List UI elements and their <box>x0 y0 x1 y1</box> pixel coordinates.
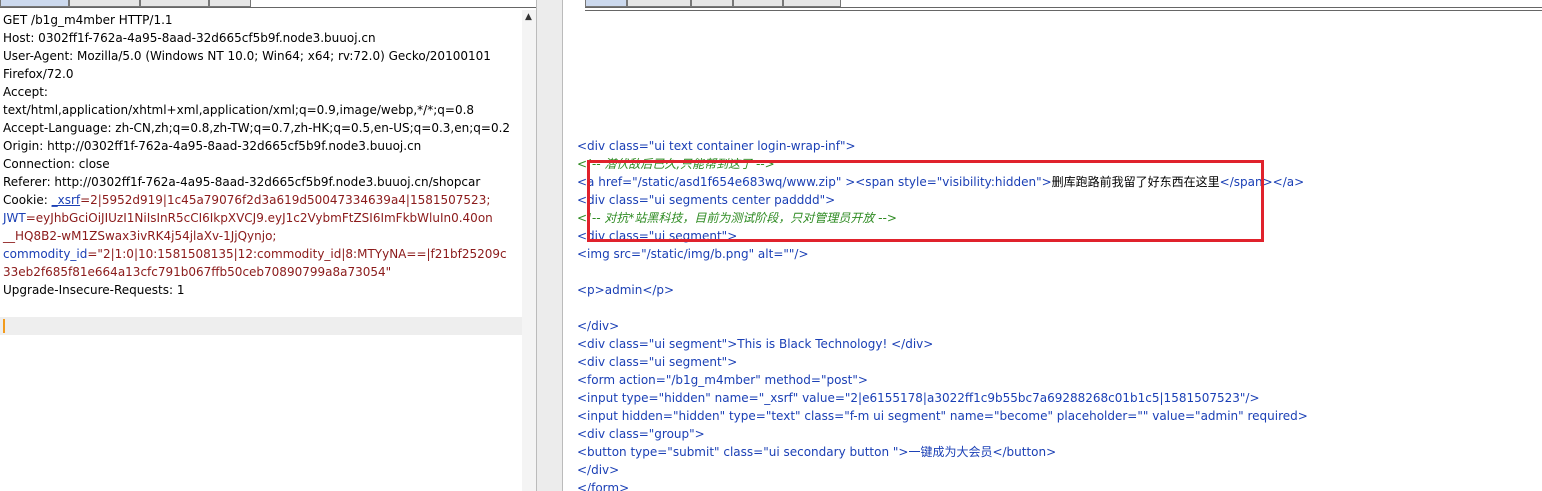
request-pane[interactable]: GET /b1g_m4mber HTTP/1.1 Host: 0302ff1f-… <box>0 0 537 491</box>
cookie-jwt: JWT=eyJhbGciOiJIUzI1NiIsInR5cCI6IkpXVCJ9… <box>3 209 520 227</box>
cookie-commodity: commodity_id="2|1:0|10:1581508135|12:com… <box>3 245 520 263</box>
tab-params[interactable] <box>69 0 140 7</box>
resp-line-14: <form action="/b1g_m4mber" method="post"… <box>577 373 868 387</box>
accept-value: text/html,application/xhtml+xml,applicat… <box>3 103 475 117</box>
resp-line-17: <div class="group"> <box>577 427 705 441</box>
cookie-commodity-value: ="2|1:0|10:1581508135|12:commodity_id|8:… <box>87 247 507 261</box>
user-agent-header: User-Agent: Mozilla/5.0 (Windows NT 10.0… <box>3 49 491 63</box>
tab-resp-html[interactable] <box>733 0 783 7</box>
resp-line-15: <input type="hidden" name="_xsrf" value=… <box>577 391 1260 405</box>
host-header: Host: 0302ff1f-762a-4a95-8aad-32d665cf5b… <box>3 31 376 45</box>
pane-splitter[interactable] <box>536 0 563 491</box>
tab-resp-hex[interactable] <box>691 0 733 7</box>
request-line: GET /b1g_m4mber HTTP/1.1 <box>3 13 173 27</box>
cookie-xsrf-value: =2|5952d919|1c45a79076f2d3a619d500473346… <box>80 193 491 207</box>
tab-resp-render[interactable] <box>783 0 841 7</box>
cookie-jwt-key: JWT <box>3 211 26 225</box>
resp-line-10 <box>577 299 1542 317</box>
resp-line-20: </form> <box>577 481 630 491</box>
resp-line-18: <button type="submit" class="ui secondar… <box>577 445 1057 459</box>
tab-divider <box>0 7 536 8</box>
tab-raw[interactable] <box>0 0 69 7</box>
cookie-jwt-cont: __HQ8B2-wM1ZSwax3ivRK4j54jlaXv-1JjQynjo; <box>3 229 277 243</box>
origin-header: Origin: http://0302ff1f-762a-4a95-8aad-3… <box>3 139 422 153</box>
resp-tab-divider <box>585 7 1542 8</box>
tab-headers[interactable] <box>140 0 209 7</box>
user-agent-cont: Firefox/72.0 <box>3 67 74 81</box>
resp-line-16: <input hidden="hidden" type="text" class… <box>577 409 1308 423</box>
request-text[interactable]: GET /b1g_m4mber HTTP/1.1 Host: 0302ff1f-… <box>3 11 520 299</box>
resp-line-12: <div class="ui segment">This is Black Te… <box>577 337 934 351</box>
request-scrollbar[interactable]: ▲ <box>522 10 536 491</box>
resp-line-7: <img src="/static/img/b.png" alt=""/> <box>577 247 809 261</box>
cookie-header: Cookie: _xsrf=2|5952d919|1c45a79076f2d3a… <box>3 191 520 209</box>
upgrade-header: Upgrade-Insecure-Requests: 1 <box>3 283 185 297</box>
cookie-label: Cookie: <box>3 193 52 207</box>
response-pane[interactable]: <div class="ui text container login-wrap… <box>563 0 1542 491</box>
tab-hex[interactable] <box>209 0 251 7</box>
cookie-jwt-value: =eyJhbGciOiJIUzI1NiIsInR5cCI6IkpXVCJ9.ey… <box>25 211 493 225</box>
resp-line-8 <box>577 263 1542 281</box>
scroll-up-icon[interactable]: ▲ <box>525 12 532 22</box>
resp-line-13: <div class="ui segment"> <box>577 355 738 369</box>
resp-line-9: <p>admin</p> <box>577 283 675 297</box>
resp-line-11: </div> <box>577 319 620 333</box>
text-caret <box>3 319 5 333</box>
highlight-annotation-box <box>587 160 1264 242</box>
resp-line-19: </div> <box>577 463 620 477</box>
cookie-commodity-cont: 33eb2f685f81e664a13cfc791b067ffb50ceb708… <box>3 265 392 279</box>
accept-language-header: Accept-Language: zh-CN,zh;q=0.8,zh-TW;q=… <box>3 121 511 135</box>
connection-header: Connection: close <box>3 157 110 171</box>
tab-resp-raw[interactable] <box>585 0 627 7</box>
current-line <box>0 317 534 335</box>
tab-resp-headers[interactable] <box>627 0 691 7</box>
cookie-commodity-key: commodity_id <box>3 247 88 261</box>
response-tabs <box>585 0 841 7</box>
request-tabs <box>0 0 251 7</box>
accept-header: Accept: <box>3 85 48 99</box>
cookie-xsrf-key: _xsrf <box>51 193 81 207</box>
resp-tab-divider2 <box>585 10 1542 11</box>
referer-header: Referer: http://0302ff1f-762a-4a95-8aad-… <box>3 175 481 189</box>
resp-line-1: <div class="ui text container login-wrap… <box>577 139 856 153</box>
